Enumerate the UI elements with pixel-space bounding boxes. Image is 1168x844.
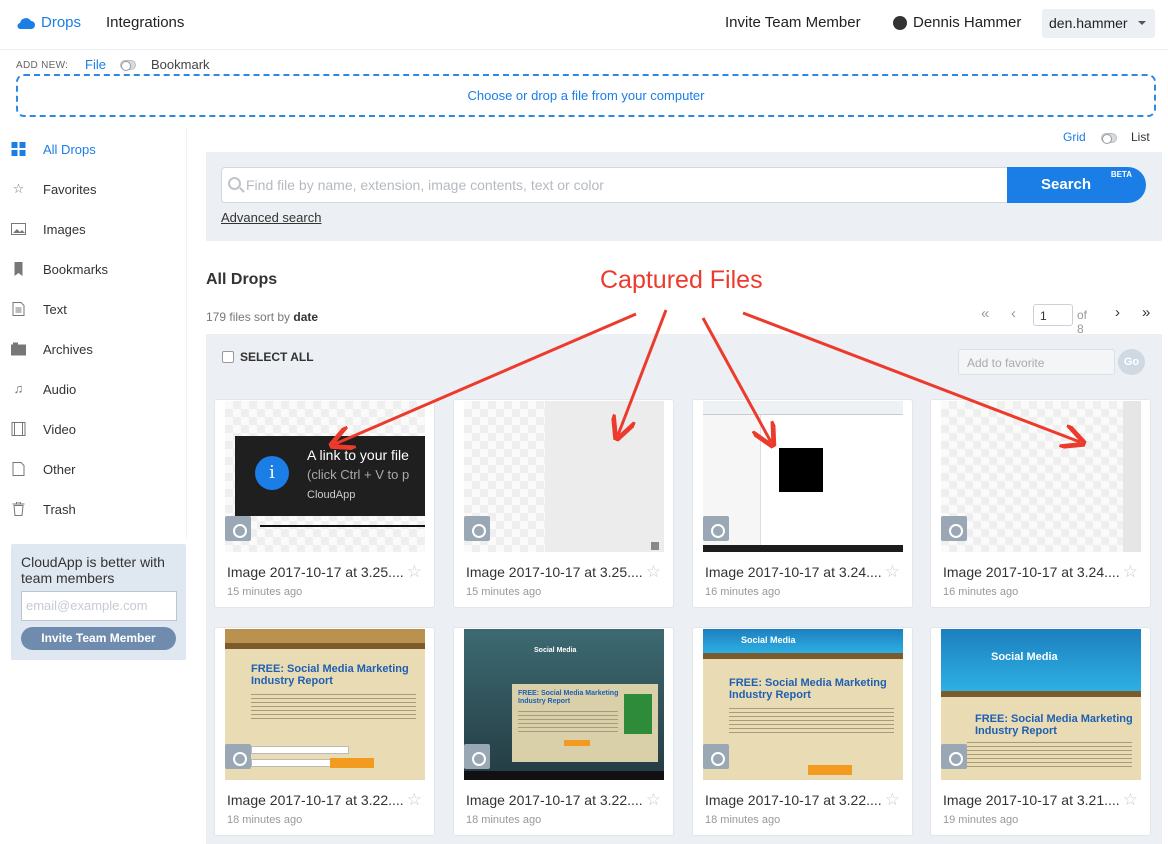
arrow-3: [701, 317, 771, 442]
arrow-2: [618, 309, 668, 435]
annotation-arrows: [0, 309, 1168, 844]
arrow-1: [335, 312, 637, 444]
arrow-4: [742, 311, 1080, 442]
